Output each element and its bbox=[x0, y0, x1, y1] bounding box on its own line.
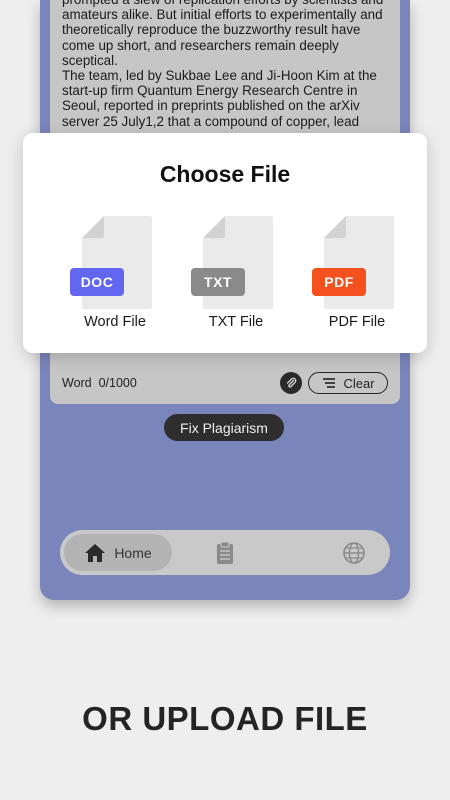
doc-badge: DOC bbox=[70, 268, 124, 296]
bottom-nav: Home bbox=[60, 530, 390, 575]
clear-button[interactable]: Clear bbox=[308, 372, 388, 394]
word-label: Word bbox=[62, 376, 92, 390]
nav-item-history[interactable] bbox=[213, 541, 237, 565]
pdf-badge: PDF bbox=[312, 268, 366, 296]
dialog-title: Choose File bbox=[159, 161, 291, 187]
nav-item-web[interactable] bbox=[342, 541, 366, 565]
word-count-value: 0/1000 bbox=[98, 376, 137, 390]
txt-file-label: TXT File bbox=[208, 314, 264, 330]
word-file-label: Word File bbox=[84, 314, 146, 330]
editor-footer: Word 0/1000 Clear bbox=[62, 372, 388, 394]
txt-file-option[interactable]: TXT TXT File bbox=[181, 216, 291, 336]
word-file-option[interactable]: DOC Word File bbox=[60, 216, 170, 336]
txt-badge: TXT bbox=[191, 268, 245, 296]
fix-plagiarism-button[interactable]: Fix Plagiarism bbox=[164, 414, 284, 441]
clear-lines-icon bbox=[323, 378, 336, 388]
article-text[interactable]: prompted a slew of replication efforts b… bbox=[62, 0, 392, 129]
clear-label: Clear bbox=[343, 375, 375, 391]
choose-file-dialog: Choose File DOC Word File TXT TXT File P… bbox=[23, 133, 427, 353]
pdf-file-label: PDF File bbox=[328, 314, 386, 330]
nav-home-label: Home bbox=[114, 544, 152, 561]
paperclip-icon bbox=[286, 377, 297, 388]
attach-button[interactable] bbox=[280, 372, 302, 394]
article-paragraph: The team, led by Sukbae Lee and Ji-Hoon … bbox=[62, 68, 377, 129]
clipboard-icon bbox=[217, 541, 233, 564]
home-icon bbox=[85, 543, 106, 562]
pdf-file-option[interactable]: PDF PDF File bbox=[302, 216, 412, 336]
article-paragraph: prompted a slew of replication efforts b… bbox=[62, 0, 383, 68]
word-counter: Word 0/1000 bbox=[62, 376, 137, 390]
nav-item-home[interactable]: Home bbox=[64, 534, 172, 571]
globe-icon bbox=[343, 542, 365, 564]
promo-tagline: OR UPLOAD FILE bbox=[82, 700, 368, 737]
